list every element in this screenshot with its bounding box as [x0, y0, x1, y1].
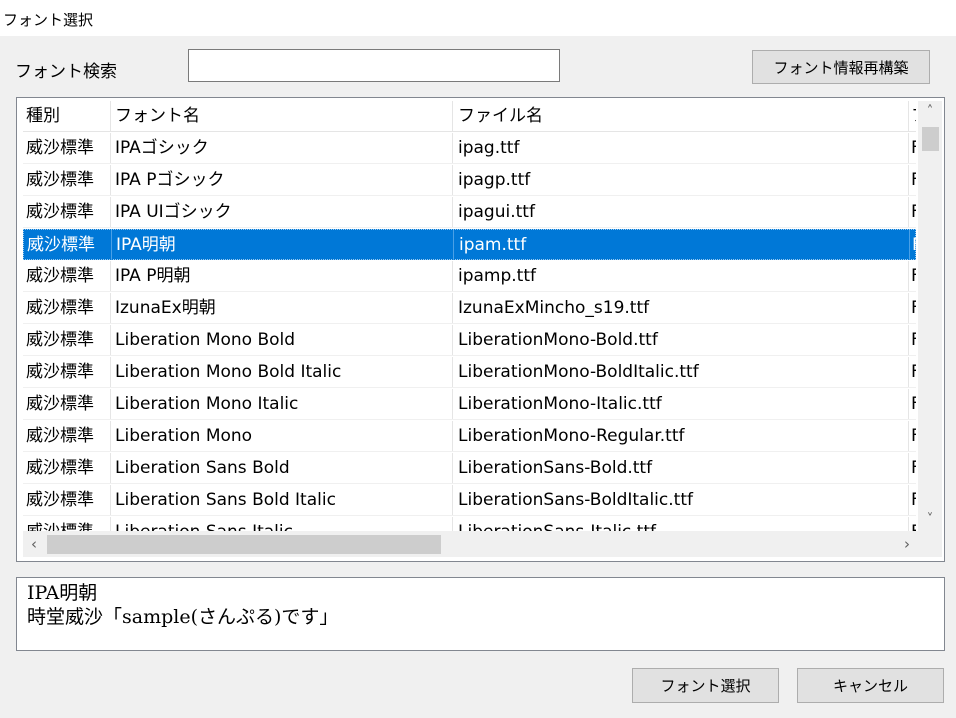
- cell-font-name: Liberation Mono Bold: [110, 325, 452, 355]
- column-header-file-name[interactable]: ファイル名: [452, 101, 908, 131]
- cell-font-name: IzunaEx明朝: [110, 293, 452, 323]
- table-row[interactable]: 威沙標準 IPA UIゴシックipagui.ttfF: [23, 197, 916, 228]
- cell-extra: F: [908, 485, 916, 515]
- cell-extra: F: [908, 389, 916, 419]
- table-row[interactable]: 威沙標準 Liberation Sans Bold LiberationSans-B…: [23, 453, 916, 484]
- cell-extra: F: [908, 165, 916, 195]
- vertical-scrollbar[interactable]: ˄ ˅: [918, 101, 942, 531]
- table-row[interactable]: 威沙標準 IPA P明朝ipamp.ttfF: [23, 261, 916, 292]
- cell-file-name: LiberationSans-Italic.ttf: [452, 517, 908, 531]
- cell-font-name: IPA明朝: [111, 230, 453, 260]
- cell-extra: F: [908, 453, 916, 483]
- cell-file-name: LiberationMono-Regular.ttf: [452, 421, 908, 451]
- cell-extra: F: [908, 421, 916, 451]
- scroll-right-icon[interactable]: ›: [896, 531, 918, 557]
- preview-sample-text: 時堂威沙「sample(さんぷる)です」: [27, 606, 339, 628]
- title-bar: フォント選択: [0, 0, 956, 36]
- font-preview: IPA明朝 時堂威沙「sample(さんぷる)です」: [16, 577, 945, 651]
- column-header-font-name[interactable]: フォント名: [110, 101, 452, 131]
- horizontal-scroll-thumb[interactable]: [47, 535, 441, 554]
- cell-file-name: LiberationMono-BoldItalic.ttf: [452, 357, 908, 387]
- table-row[interactable]: 威沙標準 IPA Pゴシックipagp.ttfF: [23, 165, 916, 196]
- table-row[interactable]: 威沙標準 IzunaEx明朝IzunaExMincho_s19.ttfF: [23, 293, 916, 324]
- cell-type: 威沙標準: [26, 490, 94, 510]
- cell-type: 威沙標準: [26, 138, 94, 158]
- cell-file-name: ipam.ttf: [453, 230, 909, 260]
- table-row[interactable]: 威沙標準 Liberation Mono Italic LiberationMono…: [23, 389, 916, 420]
- cell-font-name: Liberation Sans Bold Italic: [110, 485, 452, 515]
- cell-file-name: LiberationSans-Bold.ttf: [452, 453, 908, 483]
- cell-extra: F: [908, 197, 916, 227]
- cell-type: 威沙標準: [23, 517, 109, 531]
- font-list[interactable]: 種別 フォント名 ファイル名 フ 威沙標準IPAゴシックipag.ttfF威沙標…: [16, 97, 945, 562]
- cell-font-name: Liberation Sans Italic: [110, 517, 452, 531]
- cell-type: 威沙標準: [26, 394, 94, 414]
- cell-type: 威沙標準: [26, 298, 94, 318]
- cell-file-name: IzunaExMincho_s19.ttf: [452, 293, 908, 323]
- cell-file-name: ipagp.ttf: [452, 165, 908, 195]
- column-header-extra[interactable]: フ: [908, 101, 916, 131]
- cell-extra: F: [908, 357, 916, 387]
- scroll-left-icon[interactable]: ‹: [23, 531, 45, 557]
- preview-font-name: IPA明朝: [27, 582, 98, 604]
- table-row[interactable]: 威沙標準 IPA明朝ipam.ttfF: [23, 229, 916, 260]
- cell-type: 威沙標準: [26, 266, 94, 286]
- table-row[interactable]: 威沙標準 Liberation Sans Bold Italic Liberatio…: [23, 485, 916, 516]
- cell-type: 威沙標準: [26, 362, 94, 382]
- cell-font-name: IPA P明朝: [110, 261, 452, 291]
- cell-font-name: IPA UIゴシック: [110, 197, 452, 227]
- cell-file-name: ipag.ttf: [452, 133, 908, 163]
- table-row[interactable]: 威沙標準 IPAゴシックipag.ttfF: [23, 133, 916, 164]
- cell-font-name: Liberation Mono Bold Italic: [110, 357, 452, 387]
- table-row[interactable]: 威沙標準 Liberation Mono Bold Italic Liberatio…: [23, 357, 916, 388]
- window-title: フォント選択: [3, 11, 94, 29]
- cell-font-name: IPAゴシック: [110, 133, 452, 163]
- cell-file-name: ipagui.ttf: [452, 197, 908, 227]
- font-list-view[interactable]: 種別 フォント名 ファイル名 フ 威沙標準IPAゴシックipag.ttfF威沙標…: [23, 101, 916, 531]
- cell-file-name: LiberationSans-BoldItalic.ttf: [452, 485, 908, 515]
- cell-font-name: IPA Pゴシック: [110, 165, 452, 195]
- cell-type: 威沙標準: [26, 458, 94, 478]
- cell-extra: F: [908, 133, 916, 163]
- vertical-scroll-thumb[interactable]: [922, 127, 939, 151]
- cell-type: 威沙標準: [26, 202, 94, 222]
- table-row[interactable]: 威沙標準 Liberation Mono Bold LiberationMono-B…: [23, 325, 916, 356]
- scroll-down-icon[interactable]: ˅: [918, 509, 942, 531]
- cell-extra: F: [908, 261, 916, 291]
- cell-font-name: Liberation Mono: [110, 421, 452, 451]
- horizontal-scrollbar[interactable]: ‹ ›: [23, 531, 918, 557]
- cell-file-name: LiberationMono-Bold.ttf: [452, 325, 908, 355]
- list-header: 種別 フォント名 ファイル名 フ: [23, 101, 916, 132]
- cell-font-name: Liberation Mono Italic: [110, 389, 452, 419]
- table-row[interactable]: 威沙標準Liberation Sans ItalicLiberationSans…: [23, 517, 916, 531]
- scrollbar-corner: [918, 531, 942, 557]
- column-header-type[interactable]: 種別: [23, 101, 109, 131]
- cell-type: 威沙標準: [26, 170, 94, 190]
- cell-extra: F: [908, 517, 916, 531]
- search-label: フォント検索: [15, 62, 117, 82]
- select-font-button[interactable]: フォント選択: [632, 668, 779, 703]
- cancel-button[interactable]: キャンセル: [797, 668, 944, 703]
- cell-font-name: Liberation Sans Bold: [110, 453, 452, 483]
- cell-extra: F: [909, 230, 916, 260]
- cell-file-name: ipamp.ttf: [452, 261, 908, 291]
- cell-extra: F: [908, 325, 916, 355]
- table-row[interactable]: 威沙標準 Liberation Mono LiberationMono-Regula…: [23, 421, 916, 452]
- cell-extra: F: [908, 293, 916, 323]
- cell-file-name: LiberationMono-Italic.ttf: [452, 389, 908, 419]
- cell-type: 威沙標準: [26, 426, 94, 446]
- rebuild-font-info-button[interactable]: フォント情報再構築: [752, 50, 930, 84]
- cell-type: 威沙標準: [27, 235, 95, 255]
- cell-type: 威沙標準: [26, 330, 94, 350]
- scroll-up-icon[interactable]: ˄: [918, 101, 942, 123]
- search-input[interactable]: [188, 49, 560, 82]
